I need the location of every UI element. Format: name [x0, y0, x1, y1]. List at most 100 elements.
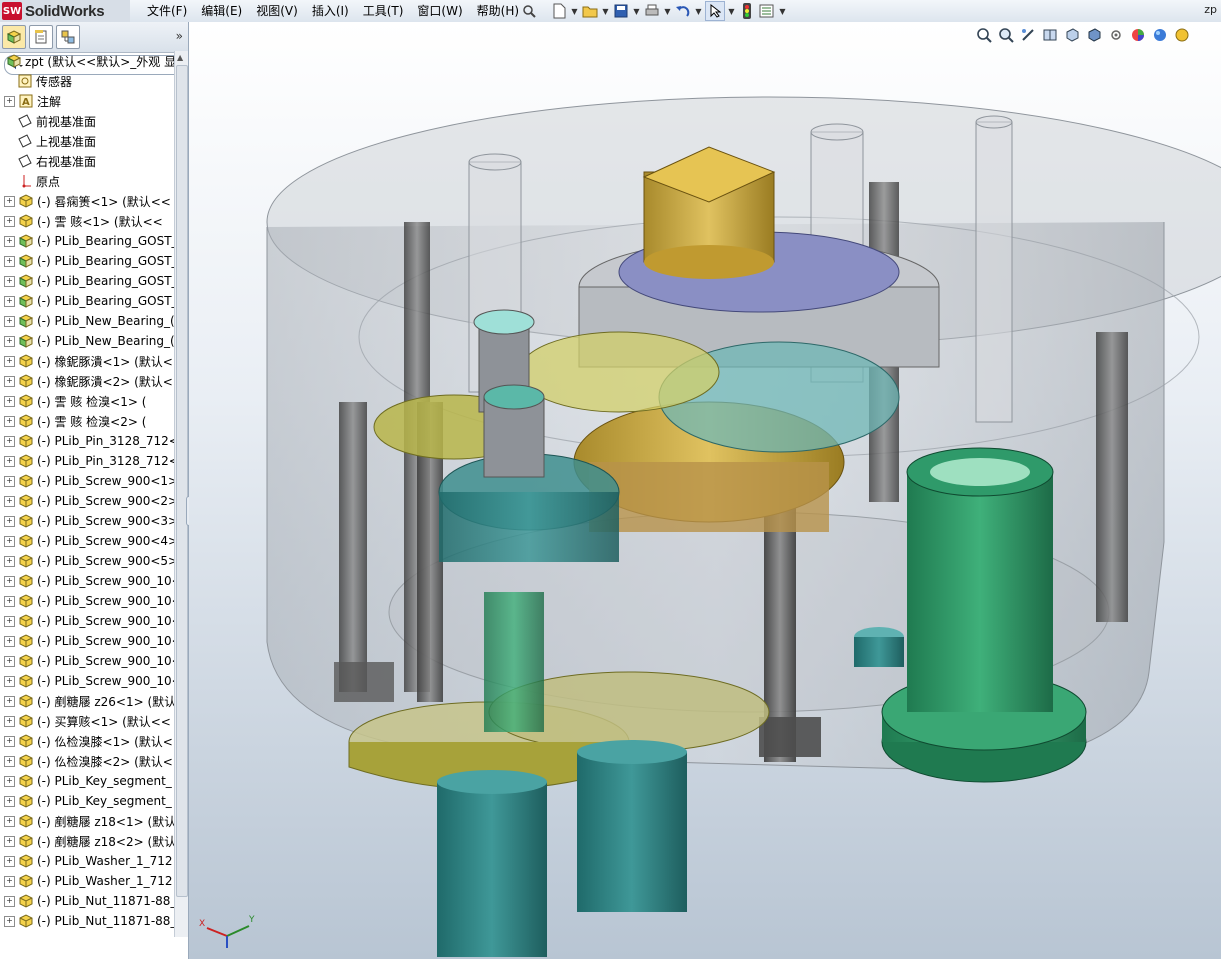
expand-icon[interactable]: +: [4, 395, 15, 407]
expand-icon[interactable]: +: [4, 475, 15, 487]
expand-icon[interactable]: +: [4, 875, 15, 887]
search-commands-icon[interactable]: [520, 2, 538, 20]
tree-item[interactable]: 前视基准面: [0, 111, 174, 131]
tree-item[interactable]: + (-) PLib_Washer_1_712: [0, 871, 174, 891]
assembly-model[interactable]: [189, 22, 1221, 959]
save-icon[interactable]: [612, 2, 630, 20]
expand-icon[interactable]: +: [4, 335, 15, 347]
chevron-down-icon[interactable]: ▼: [601, 7, 610, 16]
select-cursor-icon[interactable]: [705, 1, 725, 21]
tree-item[interactable]: + (-) PLib_Bearing_GOST_: [0, 271, 174, 291]
tree-item[interactable]: + (-) 剷糖屦 z26<1> (默认: [0, 691, 174, 711]
tree-item[interactable]: + (-) PLib_Screw_900<3>: [0, 511, 174, 531]
tree-item[interactable]: + (-) 仫检溴膝<2> (默认<: [0, 751, 174, 771]
tree-item[interactable]: + (-) PLib_Nut_11871-88_: [0, 891, 174, 911]
expand-icon[interactable]: +: [4, 215, 15, 227]
tree-item[interactable]: 传感器: [0, 71, 174, 91]
tree-item[interactable]: + (-) PLib_Screw_900_10<: [0, 591, 174, 611]
tree-item[interactable]: + (-) 晷痫箦<1> (默认<<: [0, 191, 174, 211]
chevron-down-icon[interactable]: ▼: [663, 7, 672, 16]
tree-item[interactable]: + (-) PLib_Bearing_GOST_: [0, 251, 174, 271]
tree-item[interactable]: + (-) PLib_Screw_900<5>: [0, 551, 174, 571]
chevron-down-icon[interactable]: ▼: [778, 7, 787, 16]
open-folder-icon[interactable]: [581, 2, 599, 20]
tree-item[interactable]: + (-) 橡鈮豚潰<1> (默认<: [0, 351, 174, 371]
menu-item-6[interactable]: 帮助(H): [470, 0, 526, 22]
scroll-up-arrow[interactable]: ▲: [177, 53, 183, 62]
tree-scrollbar[interactable]: ▲: [174, 51, 188, 937]
expand-icon[interactable]: +: [4, 495, 15, 507]
menu-item-3[interactable]: 插入(I): [305, 0, 356, 22]
expand-icon[interactable]: +: [4, 655, 15, 667]
tree-item[interactable]: + (-) PLib_New_Bearing_(: [0, 311, 174, 331]
expand-icon[interactable]: +: [4, 515, 15, 527]
menu-item-5[interactable]: 窗口(W): [410, 0, 469, 22]
tree-item[interactable]: + (-) PLib_Screw_900<4>: [0, 531, 174, 551]
expand-icon[interactable]: +: [4, 595, 15, 607]
scroll-thumb[interactable]: [176, 65, 188, 897]
expand-icon[interactable]: +: [4, 255, 15, 267]
tree-item[interactable]: + (-) 剷糖屦 z18<1> (默认: [0, 811, 174, 831]
expand-icon[interactable]: +: [4, 575, 15, 587]
tree-item[interactable]: + (-) 霅 赅<1> (默认<<: [0, 211, 174, 231]
tree-item[interactable]: + (-) 橡鈮豚潰<2> (默认<: [0, 371, 174, 391]
tree-item[interactable]: 右视基准面: [0, 151, 174, 171]
tab-property-manager[interactable]: [29, 25, 53, 49]
tree-item[interactable]: + (-) 买算赅<1> (默认<<: [0, 711, 174, 731]
expand-icon[interactable]: +: [4, 315, 15, 327]
expand-icon[interactable]: +: [4, 615, 15, 627]
expand-icon[interactable]: +: [4, 715, 15, 727]
expand-icon[interactable]: +: [4, 535, 15, 547]
expand-icon[interactable]: +: [4, 435, 15, 447]
tree-item[interactable]: + (-) PLib_Screw_900_10<: [0, 651, 174, 671]
expand-icon[interactable]: +: [4, 695, 15, 707]
tree-item[interactable]: + (-) PLib_Bearing_GOST_: [0, 291, 174, 311]
tree-item[interactable]: 原点: [0, 171, 174, 191]
chevron-down-icon[interactable]: ▼: [570, 7, 579, 16]
expand-icon[interactable]: +: [4, 675, 15, 687]
tree-item[interactable]: + (-) PLib_Pin_3128_712<: [0, 451, 174, 471]
expand-icon[interactable]: +: [4, 195, 15, 207]
tree-item[interactable]: + (-) PLib_Screw_900_10<: [0, 631, 174, 651]
tree-item[interactable]: + (-) 仫检溴膝<1> (默认<: [0, 731, 174, 751]
expand-icon[interactable]: +: [4, 795, 15, 807]
options-list-icon[interactable]: [758, 2, 776, 20]
tree-item[interactable]: + (-) PLib_Bearing_GOST_: [0, 231, 174, 251]
tree-item[interactable]: + (-) PLib_Key_segment_: [0, 791, 174, 811]
menu-item-0[interactable]: 文件(F): [140, 0, 194, 22]
expand-icon[interactable]: +: [4, 555, 15, 567]
chevron-down-icon[interactable]: ▼: [632, 7, 641, 16]
expand-icon[interactable]: +: [4, 415, 15, 427]
expand-icon[interactable]: +: [4, 855, 15, 867]
menu-item-1[interactable]: 编辑(E): [194, 0, 249, 22]
expand-icon[interactable]: +: [4, 295, 15, 307]
new-document-icon[interactable]: [550, 2, 568, 20]
tab-feature-manager[interactable]: [2, 25, 26, 49]
tree-item[interactable]: + (-) PLib_Screw_900_10<: [0, 571, 174, 591]
tree-item[interactable]: + (-) PLib_Washer_1_712: [0, 851, 174, 871]
expand-icon[interactable]: +: [4, 735, 15, 747]
tree-item[interactable]: + (-) 霅 赅 检溴<1> (: [0, 391, 174, 411]
tree-item[interactable]: + (-) 霅 赅 检溴<2> (: [0, 411, 174, 431]
expand-icon[interactable]: +: [4, 355, 15, 367]
expand-icon[interactable]: +: [4, 775, 15, 787]
expand-icon[interactable]: +: [4, 275, 15, 287]
menu-item-2[interactable]: 视图(V): [249, 0, 305, 22]
menu-item-4[interactable]: 工具(T): [356, 0, 411, 22]
tree-item[interactable]: + (-) PLib_Key_segment_: [0, 771, 174, 791]
graphics-viewport[interactable]: X Y: [189, 22, 1221, 959]
tree-root[interactable]: zpt (默认<<默认>_外观 显: [0, 51, 174, 71]
expand-icon[interactable]: +: [4, 895, 15, 907]
expand-icon[interactable]: +: [4, 375, 15, 387]
chevron-down-icon[interactable]: ▼: [727, 7, 736, 16]
expand-icon[interactable]: +: [4, 95, 15, 107]
tree-item[interactable]: + (-) PLib_Screw_900_10<: [0, 671, 174, 691]
rebuild-traffic-light-icon[interactable]: [738, 2, 756, 20]
undo-icon[interactable]: [674, 2, 692, 20]
expand-icon[interactable]: +: [4, 455, 15, 467]
tree-item[interactable]: + (-) PLib_Screw_900<2>: [0, 491, 174, 511]
expand-icon[interactable]: +: [4, 815, 15, 827]
tree-item[interactable]: + (-) 剷糖屦 z18<2> (默认: [0, 831, 174, 851]
expand-panel-button[interactable]: »: [176, 29, 183, 43]
expand-icon[interactable]: +: [4, 635, 15, 647]
